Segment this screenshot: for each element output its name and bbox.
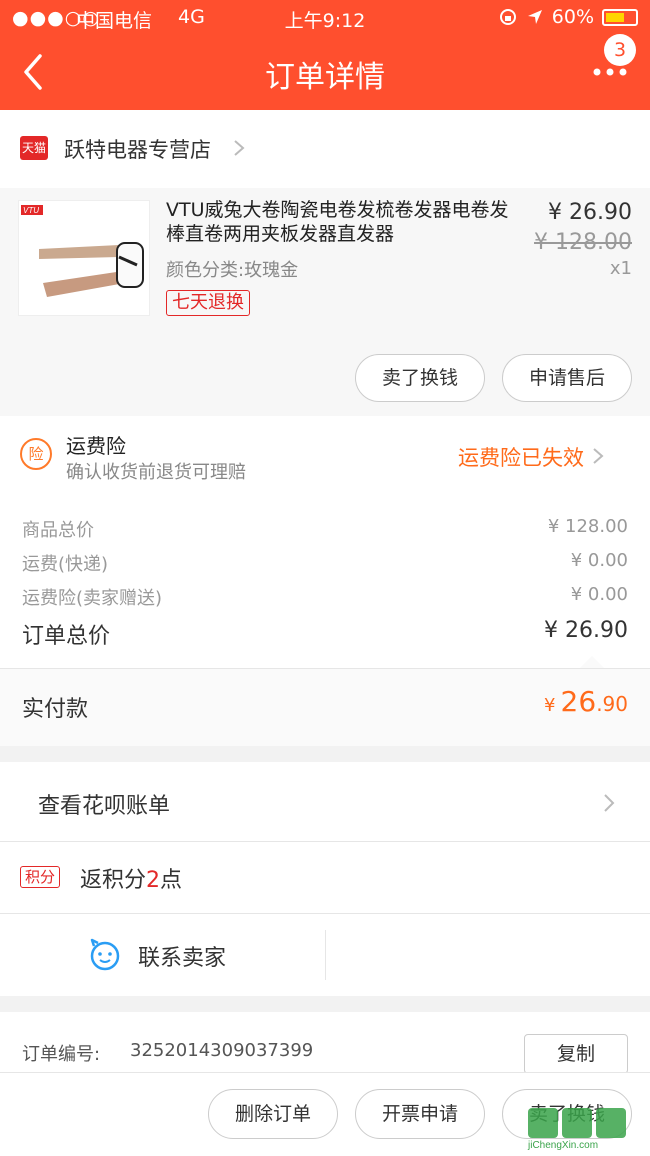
chevron-right-icon <box>593 448 604 464</box>
points-badge: 积分 <box>20 866 61 888</box>
order-number-label: 订单编号: <box>22 1044 101 1065</box>
copy-button[interactable]: 复制 <box>524 1034 628 1074</box>
app-header: ●●●○○ 中国电信 4G 上午9:12 60% 订单详情 3 <box>0 0 650 110</box>
insurance-title: 运费险 <box>66 434 126 458</box>
paid-amount: ¥ 26.90 <box>544 685 628 718</box>
paid-currency: ¥ <box>544 695 556 716</box>
chat-face-icon[interactable] <box>88 938 122 972</box>
paid-label: 实付款 <box>22 697 89 722</box>
watermark-text: jiChengXin.com <box>527 1140 598 1150</box>
points-prefix: 返积分 <box>80 868 147 893</box>
product-quantity: x1 <box>609 258 632 279</box>
product-price: ¥ 26.90 <box>548 200 632 225</box>
order-number-row: 订单编号: 3252014309037399 复制 <box>0 1012 650 1074</box>
location-icon <box>527 10 542 24</box>
shipping-insurance-row[interactable]: 险 运费险 确认收货前退货可理赔 运费险已失效 <box>0 416 650 492</box>
price-summary: 商品总价 ¥ 128.00 运费(快递) ¥ 0.00 运费险(卖家赠送) ¥ … <box>0 492 650 668</box>
huabei-label[interactable]: 查看花呗账单 <box>38 788 170 820</box>
product-card[interactable]: VTU VTU威兔大卷陶瓷电卷发梳卷发器电卷发棒直卷两用夹板发器直发器 颜色分类… <box>0 188 650 416</box>
summary-row: 商品总价 ¥ 128.00 <box>22 516 628 542</box>
store-name[interactable]: 跃特电器专营店 <box>64 134 211 164</box>
insurance-icon: 险 <box>20 438 52 470</box>
order-number: 3252014309037399 <box>130 1040 314 1061</box>
sell-for-cash-button[interactable]: 卖了换钱 <box>355 354 485 402</box>
store-row[interactable]: 天猫 跃特电器专营店 <box>0 110 650 188</box>
chevron-right-icon <box>604 794 615 812</box>
order-total-row: 订单总价 ¥ 26.90 <box>22 618 628 650</box>
insurance-subtitle: 确认收货前退货可理赔 <box>66 462 246 483</box>
curling-iron-illustration: VTU <box>21 205 144 297</box>
paid-amount-row: 实付款 ¥ 26.90 <box>0 668 650 746</box>
chevron-right-icon <box>234 140 245 156</box>
tmall-icon: 天猫 <box>20 136 48 160</box>
after-sale-button[interactable]: 申请售后 <box>502 354 632 402</box>
tooltip-notch <box>580 656 604 668</box>
order-total-value: ¥ 26.90 <box>544 618 628 643</box>
summary-value: ¥ 128.00 <box>547 516 628 537</box>
brand-logo: VTU <box>23 206 39 215</box>
contact-seller-button[interactable]: 联系卖家 <box>138 940 226 972</box>
points-text: 返积分2点 <box>80 862 182 894</box>
watermark-logo: jiChengXin.com <box>527 1108 626 1150</box>
summary-label: 商品总价 <box>22 520 94 541</box>
paid-integer: 26 <box>560 685 597 718</box>
product-image[interactable]: VTU <box>18 200 150 316</box>
status-bar: ●●●○○ 中国电信 4G 上午9:12 60% <box>0 0 650 36</box>
summary-value: ¥ 0.00 <box>570 584 628 605</box>
summary-value: ¥ 0.00 <box>570 550 628 571</box>
lock-rotation-icon <box>499 9 516 25</box>
points-count: 2 <box>146 868 161 893</box>
product-title[interactable]: VTU威兔大卷陶瓷电卷发梳卷发器电卷发棒直卷两用夹板发器直发器 <box>166 198 516 246</box>
huabei-bill-row[interactable]: 查看花呗账单 <box>0 762 650 842</box>
invoice-request-button[interactable]: 开票申请 <box>355 1089 485 1139</box>
battery-percent: 60% <box>551 6 594 28</box>
product-original-price: ¥ 128.00 <box>534 230 632 255</box>
insurance-status[interactable]: 运费险已失效 <box>458 442 584 472</box>
summary-label: 运费险(卖家赠送) <box>22 588 163 609</box>
order-total-label: 订单总价 <box>22 624 111 649</box>
contact-seller-row: 联系卖家 <box>0 914 650 996</box>
paid-decimal: .90 <box>596 692 628 716</box>
summary-row: 运费(快递) ¥ 0.00 <box>22 550 628 576</box>
status-right: 60% <box>498 6 638 28</box>
return-policy-badge: 七天退换 <box>166 290 250 316</box>
points-row: 积分 返积分2点 <box>0 842 650 914</box>
summary-row: 运费险(卖家赠送) ¥ 0.00 <box>22 584 628 610</box>
page-title: 订单详情 <box>265 60 385 95</box>
delete-order-button[interactable]: 删除订单 <box>208 1089 338 1139</box>
divider <box>325 930 326 980</box>
points-suffix: 点 <box>160 868 183 893</box>
message-badge[interactable]: 3 <box>604 34 636 66</box>
product-spec: 颜色分类:玫瑰金 <box>166 260 299 281</box>
summary-label: 运费(快递) <box>22 554 109 575</box>
battery-icon <box>602 8 638 26</box>
